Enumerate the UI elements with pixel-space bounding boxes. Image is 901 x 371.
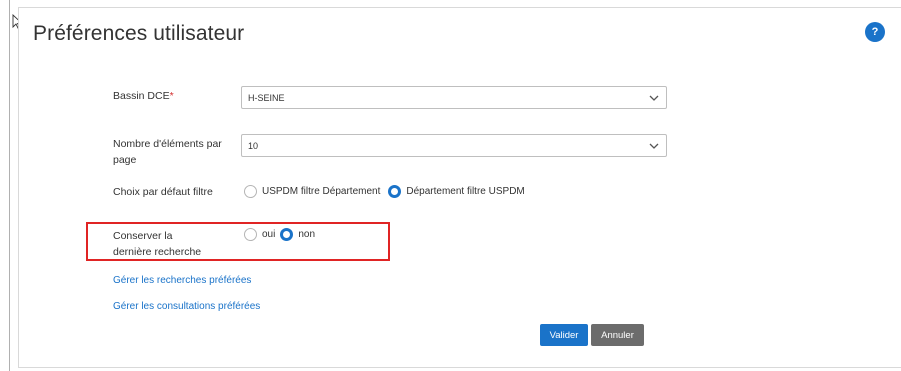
- nb-elements-select-value: 10: [248, 140, 259, 151]
- page-title: Préférences utilisateur: [33, 22, 245, 45]
- required-marker: *: [169, 90, 174, 102]
- radio-label-uspdm-filtre-departement[interactable]: USPDM filtre Département: [262, 186, 380, 197]
- radio-label-departement-filtre-uspdm[interactable]: Département filtre USPDM: [406, 186, 524, 197]
- chevron-down-icon: [649, 95, 659, 101]
- bassin-select[interactable]: H-SEINE: [241, 86, 667, 109]
- radio-uspdm-filtre-departement[interactable]: [244, 185, 257, 198]
- bassin-label-text: Bassin DCE: [113, 90, 170, 102]
- conserver-label: Conserver la dernière recherche: [113, 230, 202, 258]
- help-icon: ?: [871, 26, 879, 38]
- nb-elements-label: Nombre d'éléments par page: [113, 138, 222, 166]
- radio-label-oui[interactable]: oui: [262, 229, 275, 240]
- help-button[interactable]: ?: [865, 22, 885, 42]
- valider-button[interactable]: Valider: [540, 324, 588, 346]
- choix-filtre-label: Choix par défaut filtre: [113, 186, 213, 198]
- annuler-button[interactable]: Annuler: [591, 324, 644, 346]
- manage-saved-consultations-link[interactable]: Gérer les consultations préférées: [113, 301, 260, 312]
- radio-label-non[interactable]: non: [298, 229, 315, 240]
- manage-saved-searches-link[interactable]: Gérer les recherches préférées: [113, 275, 251, 286]
- radio-non[interactable]: [280, 228, 294, 241]
- chevron-down-icon: [649, 143, 659, 149]
- radio-departement-filtre-uspdm[interactable]: [388, 185, 402, 198]
- bassin-label: Bassin DCE*: [113, 88, 174, 104]
- window-left-border: [9, 0, 10, 371]
- bassin-select-value: H-SEINE: [248, 92, 285, 103]
- nb-elements-select[interactable]: 10: [241, 134, 667, 157]
- choix-filtre-radio-group: USPDM filtre Département Département fil…: [244, 185, 533, 198]
- radio-oui[interactable]: [244, 228, 257, 241]
- conserver-radio-group: oui non: [244, 228, 323, 241]
